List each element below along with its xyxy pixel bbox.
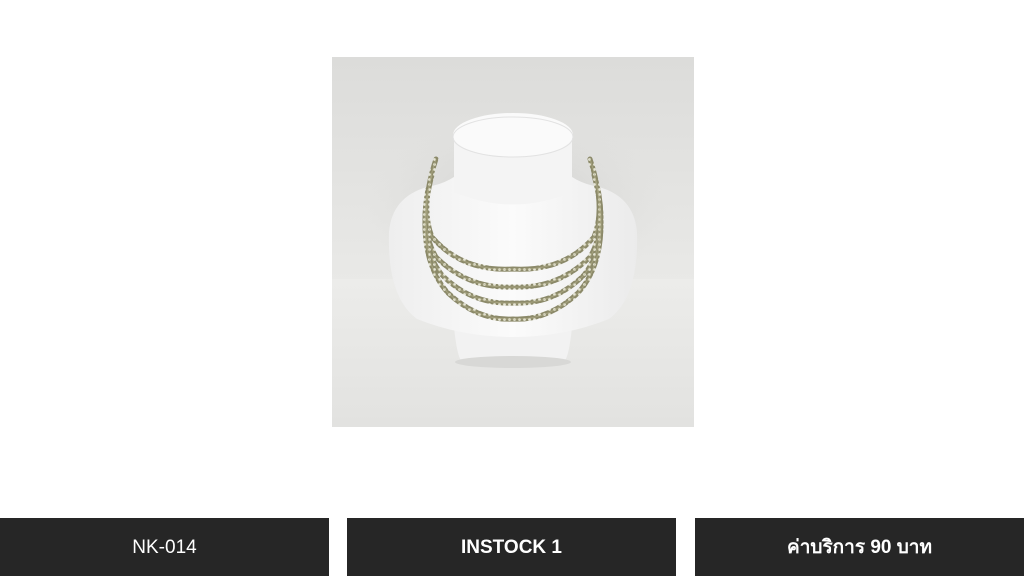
stock-status-bar: INSTOCK 1: [347, 518, 676, 576]
service-fee: ค่าบริการ 90 บาท: [787, 536, 932, 558]
service-fee-bar: ค่าบริการ 90 บาท: [695, 518, 1024, 576]
product-image-necklace: [332, 57, 694, 427]
product-code-bar: NK-014: [0, 518, 329, 576]
stock-status: INSTOCK 1: [460, 536, 562, 558]
product-code: NK-014: [132, 536, 197, 558]
product-page: NK-014 INSTOCK 1 ค่าบริการ 90 บาท: [0, 0, 1024, 576]
